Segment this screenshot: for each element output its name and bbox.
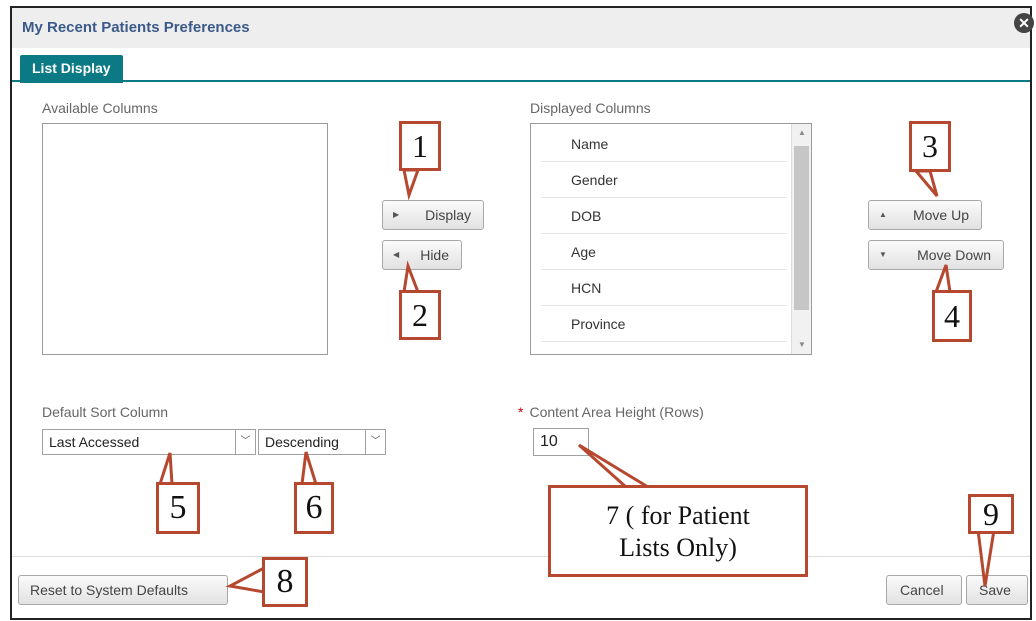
close-icon[interactable]: ✕ <box>1014 13 1034 33</box>
list-item[interactable]: HCN <box>541 270 787 306</box>
displayed-columns-list[interactable]: Name Gender DOB Age HCN Province ▲ ▼ <box>530 123 812 355</box>
callout-3: 3 <box>909 121 951 172</box>
callout-9: 9 <box>968 494 1014 534</box>
list-item[interactable]: Gender <box>541 162 787 198</box>
default-sort-label: Default Sort Column <box>42 404 169 420</box>
triangle-down-icon: ▼ <box>879 250 887 259</box>
chevron-left-icon: ◀ <box>393 250 400 259</box>
callout-5: 5 <box>156 482 200 534</box>
chevron-down-icon: ﹀ <box>365 430 385 454</box>
callout-1: 1 <box>399 121 441 171</box>
vertical-scrollbar[interactable]: ▲ ▼ <box>791 124 811 354</box>
display-button[interactable]: ▶ Display <box>382 200 484 230</box>
callout-4: 4 <box>932 290 972 342</box>
tab-strip: List Display <box>12 52 1030 83</box>
reset-defaults-button[interactable]: Reset to System Defaults <box>18 575 228 605</box>
list-item[interactable]: DOB <box>541 198 787 234</box>
available-columns-list[interactable] <box>42 123 328 355</box>
dialog-title: My Recent Patients Preferences <box>22 19 250 36</box>
scroll-thumb[interactable] <box>794 146 809 310</box>
sort-order-select[interactable]: Descending ﹀ <box>258 429 386 455</box>
cancel-button[interactable]: Cancel <box>886 575 962 605</box>
list-item[interactable]: Age <box>541 234 787 270</box>
sort-column-select[interactable]: Last Accessed ﹀ <box>42 429 256 455</box>
chevron-down-icon: ﹀ <box>235 430 255 454</box>
displayed-columns-label: Displayed Columns <box>530 100 651 116</box>
list-item[interactable]: Province <box>541 306 787 342</box>
available-columns-label: Available Columns <box>42 100 158 116</box>
callout-6: 6 <box>294 482 334 534</box>
content-height-label: * Content Area Height (Rows) <box>518 404 704 420</box>
save-button[interactable]: Save <box>966 575 1028 605</box>
chevron-right-icon: ▶ <box>393 210 400 219</box>
callout-8: 8 <box>262 557 308 607</box>
tab-list-display[interactable]: List Display <box>20 55 123 83</box>
triangle-up-icon: ▲ <box>879 210 887 219</box>
dialog-titlebar: My Recent Patients Preferences <box>12 8 1030 48</box>
footer-divider <box>12 556 1030 557</box>
content-height-input[interactable]: 10 <box>533 428 589 456</box>
callout-7: 7 ( for Patient Lists Only) <box>548 485 808 577</box>
callout-2: 2 <box>399 290 441 340</box>
move-down-button[interactable]: ▼ Move Down <box>868 240 1004 270</box>
required-mark: * <box>518 404 524 420</box>
scroll-down-icon[interactable]: ▼ <box>792 336 811 354</box>
scroll-up-icon[interactable]: ▲ <box>792 124 811 142</box>
hide-button[interactable]: ◀ Hide <box>382 240 462 270</box>
move-up-button[interactable]: ▲ Move Up <box>868 200 982 230</box>
list-item[interactable]: Name <box>541 126 787 162</box>
